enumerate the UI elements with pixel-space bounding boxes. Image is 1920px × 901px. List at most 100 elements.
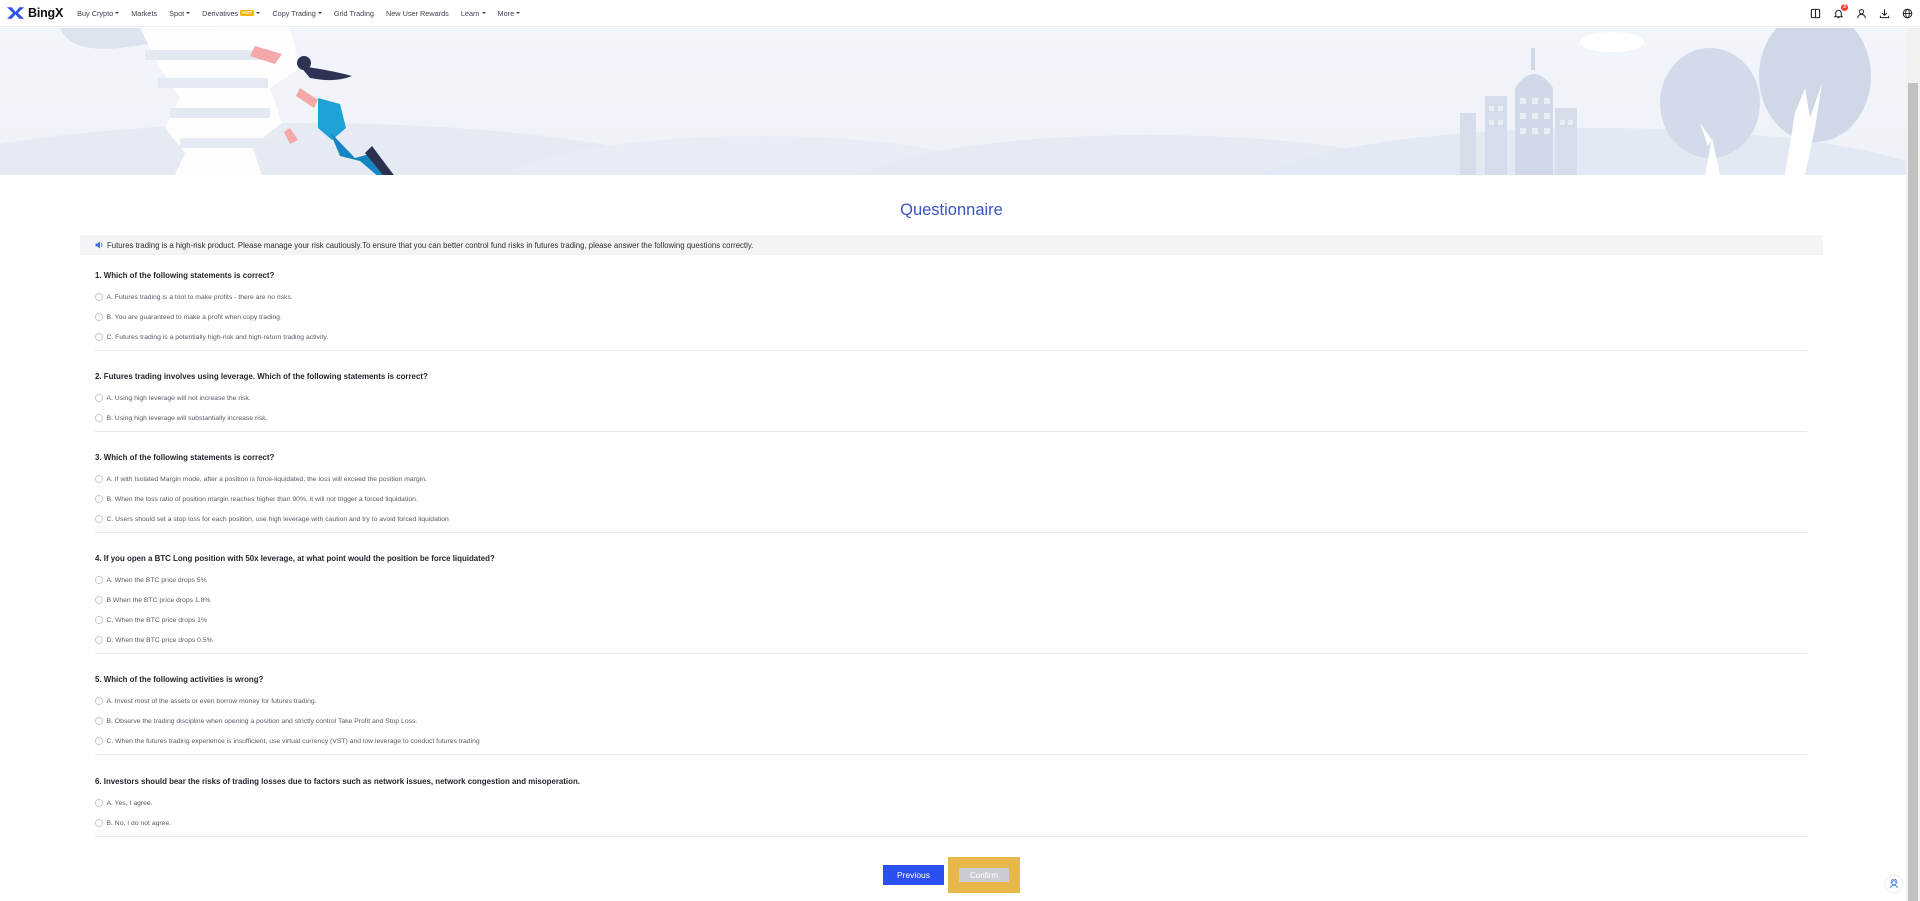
answer-option-label: A. Futures trading is a tool to make pro… [106, 293, 293, 301]
answer-option-label: B. You are guaranteed to make a profit w… [106, 313, 282, 321]
answer-option[interactable]: A. Invest most of the assets or even bor… [95, 691, 1807, 711]
answer-option-label: B. No, I do not agree. [106, 819, 172, 827]
answer-option[interactable]: C. When the futures trading experience i… [95, 731, 1807, 751]
nav-item-more[interactable]: More [498, 9, 521, 18]
answer-option-label: B When the BTC price drops 1.8% [106, 596, 211, 604]
answer-option-label: D. When the BTC price drops 0.5% [106, 636, 213, 644]
question-6: 6. Investors should bear the risks of tr… [95, 777, 1807, 837]
radio-button[interactable] [95, 616, 103, 624]
radio-button[interactable] [95, 333, 103, 341]
radio-button[interactable] [95, 313, 103, 321]
risk-notice-bar: Futures trading is a high-risk product. … [80, 235, 1823, 255]
radio-button[interactable] [95, 737, 103, 745]
answer-option-label: B. Using high leverage will substantiall… [106, 414, 268, 422]
orders-icon[interactable] [1809, 7, 1822, 20]
page-scrollbar[interactable] [1906, 28, 1920, 901]
answer-option[interactable]: A. Yes, I agree. [95, 793, 1807, 813]
answer-option-label: C. When the futures trading experience i… [106, 737, 480, 745]
chevron-down-icon [317, 12, 322, 14]
nav-item-derivatives[interactable]: Derivatives HOT [202, 8, 261, 18]
radio-button[interactable] [95, 475, 103, 483]
nav-item-copy-trading[interactable]: Copy Trading [272, 8, 322, 18]
question-text: 4. If you open a BTC Long position with … [95, 554, 495, 563]
chevron-down-icon [481, 12, 486, 14]
brand-name: BingX [28, 6, 64, 20]
radio-button[interactable] [95, 414, 103, 422]
question-1: 1. Which of the following statements is … [95, 271, 1807, 351]
confirm-button[interactable]: Confirm [959, 868, 1009, 882]
nav-item-label: Grid Trading [333, 8, 374, 18]
chevron-down-icon [516, 12, 521, 14]
banner-illustration [0, 28, 1920, 175]
scrollbar-thumb[interactable] [1908, 83, 1918, 901]
answer-option[interactable]: B. When the loss ratio of position margi… [95, 489, 1807, 509]
radio-button[interactable] [95, 293, 103, 301]
answer-option[interactable]: C. Futures trading is a potentially high… [95, 327, 1807, 347]
nav-item-grid-trading[interactable]: Grid Trading [334, 9, 374, 18]
nav-item-learn[interactable]: Learn [461, 9, 486, 18]
nav-item-label: Buy Crypto [77, 8, 114, 18]
nav-item-new-user-rewards[interactable]: New User Rewards [386, 9, 449, 18]
radio-button[interactable] [95, 799, 103, 807]
answer-option-label: A. Invest most of the assets or even bor… [106, 697, 317, 705]
previous-button[interactable]: Previous [883, 865, 944, 885]
radio-button[interactable] [95, 515, 103, 523]
answer-option[interactable]: B. No, I do not agree. [95, 813, 1807, 833]
answer-option-label: A. If with Isolated Margin mode, after a… [106, 475, 427, 483]
customer-support-button[interactable] [1886, 876, 1902, 892]
chevron-down-icon [115, 12, 120, 14]
answer-option[interactable]: A. If with Isolated Margin mode, after a… [95, 469, 1807, 489]
radio-button[interactable] [95, 576, 103, 584]
bingx-logo[interactable]: BingX [6, 6, 63, 20]
answer-option-label: A. Using high leverage will not increase… [106, 394, 251, 402]
answer-option[interactable]: B When the BTC price drops 1.8% [95, 590, 1807, 610]
nav-right-toolbar: 3 [1809, 0, 1914, 27]
answer-option[interactable]: B. Observe the trading discipline when o… [95, 711, 1807, 731]
radio-button[interactable] [95, 717, 103, 725]
radio-button[interactable] [95, 697, 103, 705]
bell-icon[interactable]: 3 [1832, 4, 1848, 20]
nav-item-buy-crypto[interactable]: Buy Crypto [77, 8, 120, 18]
nav-item-label: New User Rewards [385, 8, 449, 18]
radio-button[interactable] [95, 394, 103, 402]
question-2: 2. Futures trading involves using levera… [95, 372, 1807, 432]
nav-item-label: Derivatives [202, 8, 239, 18]
answer-option-label: B. When the loss ratio of position margi… [106, 495, 418, 503]
answer-option[interactable]: D. When the BTC price drops 0.5% [95, 630, 1807, 650]
answer-option[interactable]: A. Using high leverage will not increase… [95, 388, 1807, 408]
answer-option[interactable]: A. Futures trading is a tool to make pro… [95, 287, 1807, 307]
question-5: 5. Which of the following activities is … [95, 675, 1807, 755]
answer-option-label: A. When the BTC price drops 5% [106, 576, 207, 584]
answer-option[interactable]: C. When the BTC price drops 1% [95, 610, 1807, 630]
nav-menu: Buy Crypto Markets Spot Derivatives HOT Copy … [77, 8, 521, 18]
question-3: 3. Which of the following statements is … [95, 453, 1807, 533]
support-agent-icon [1890, 879, 1898, 889]
top-navigation: BingX Buy Crypto Markets Spot Derivatives HO… [0, 0, 1920, 27]
download-icon[interactable] [1878, 7, 1891, 20]
globe-icon[interactable] [1901, 7, 1914, 20]
question-text: 6. Investors should bear the risks of tr… [95, 777, 580, 786]
radio-button[interactable] [95, 596, 103, 604]
confirm-button-highlight: Confirm [948, 857, 1020, 893]
nav-item-label: Copy Trading [272, 8, 316, 18]
question-text: 5. Which of the following activities is … [95, 675, 264, 684]
answer-option[interactable]: B. Using high leverage will substantiall… [95, 408, 1807, 428]
question-text: 2. Futures trading involves using levera… [95, 372, 428, 381]
radio-button[interactable] [95, 819, 103, 827]
answer-option[interactable]: B. You are guaranteed to make a profit w… [95, 307, 1807, 327]
chevron-down-icon [256, 12, 261, 14]
answer-option-label: C. Users should set a stop loss for each… [106, 515, 449, 523]
nav-item-label: Markets [131, 8, 158, 18]
answer-option[interactable]: C. Users should set a stop loss for each… [95, 509, 1807, 529]
nav-item-markets[interactable]: Markets [131, 9, 157, 18]
radio-button[interactable] [95, 636, 103, 644]
nav-item-spot[interactable]: Spot [169, 8, 191, 18]
answer-option-label: A. Yes, I agree. [106, 799, 153, 807]
answer-option[interactable]: A. When the BTC price drops 5% [95, 570, 1807, 590]
nav-item-label: Spot [169, 8, 185, 18]
user-icon[interactable] [1855, 7, 1868, 20]
bingx-x-logo-icon [6, 7, 25, 19]
hero-banner [0, 28, 1920, 175]
radio-button[interactable] [95, 495, 103, 503]
answer-option-label: B. Observe the trading discipline when o… [106, 717, 418, 725]
